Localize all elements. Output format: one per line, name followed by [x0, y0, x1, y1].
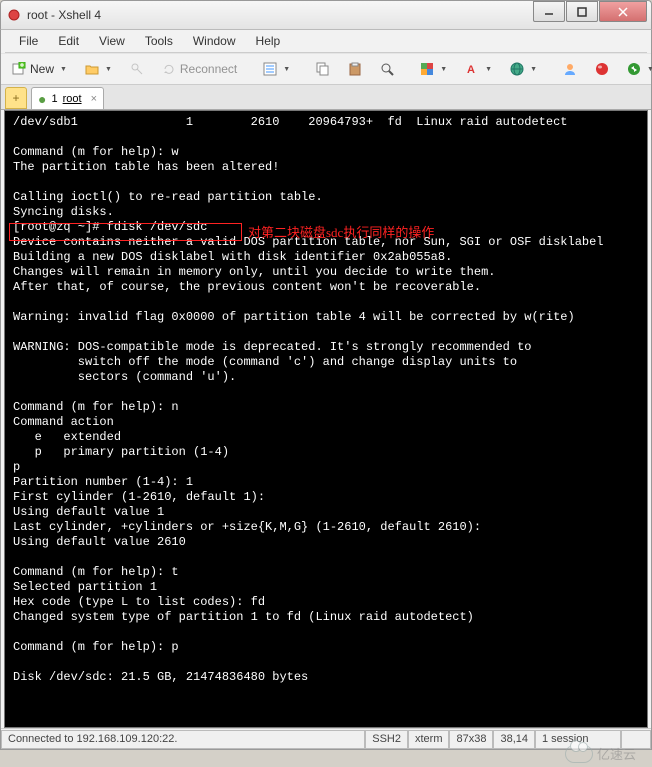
- title-bar: root - Xshell 4: [0, 0, 652, 30]
- new-label: New: [30, 62, 54, 76]
- plus-icon: +: [12, 91, 19, 105]
- reconnect-button[interactable]: Reconnect: [155, 56, 244, 82]
- new-icon: [12, 62, 26, 76]
- window-controls: [532, 1, 647, 22]
- menu-view[interactable]: View: [89, 32, 135, 50]
- dropdown-icon: ▼: [440, 66, 447, 73]
- menu-help[interactable]: Help: [246, 32, 291, 50]
- globe-icon: [510, 62, 524, 76]
- open-button[interactable]: ▼: [78, 56, 119, 82]
- paste-button[interactable]: [341, 56, 369, 82]
- dropdown-icon: ▼: [530, 66, 537, 73]
- menu-tools[interactable]: Tools: [135, 32, 183, 50]
- properties-icon: [263, 62, 277, 76]
- find-button[interactable]: [373, 56, 401, 82]
- term-status: xterm: [408, 730, 450, 749]
- copy-icon: [316, 62, 330, 76]
- reconnect-icon: [162, 62, 176, 76]
- paste-icon: [348, 62, 362, 76]
- reconnect-label: Reconnect: [180, 62, 237, 76]
- new-session-button[interactable]: New ▼: [5, 56, 74, 82]
- user-button[interactable]: [556, 56, 584, 82]
- search-icon: [380, 62, 394, 76]
- window-title: root - Xshell 4: [27, 8, 101, 22]
- tab-close-button[interactable]: ×: [91, 93, 97, 105]
- dropdown-icon: ▼: [485, 66, 492, 73]
- xshell-button[interactable]: [588, 56, 616, 82]
- folder-open-icon: [85, 62, 99, 76]
- close-button[interactable]: [599, 1, 647, 22]
- maximize-button[interactable]: [566, 1, 598, 22]
- size-status: 87x38: [449, 730, 493, 749]
- tab-bar: + ● 1 root ×: [1, 85, 651, 110]
- dropdown-icon: ▼: [647, 66, 652, 73]
- menu-bar: File Edit View Tools Window Help: [1, 30, 651, 52]
- minimize-button[interactable]: [533, 1, 565, 22]
- toolbar: New ▼ ▼ Reconnect ▼ ▼ A ▼ ▼: [1, 53, 651, 85]
- menu-window[interactable]: Window: [183, 32, 246, 50]
- dropdown-icon: ▼: [283, 66, 290, 73]
- app-chrome: File Edit View Tools Window Help New ▼ ▼…: [0, 30, 652, 750]
- display-button[interactable]: ▼: [413, 56, 454, 82]
- encoding-button[interactable]: ▼: [503, 56, 544, 82]
- dropdown-icon: ▼: [105, 66, 112, 73]
- ball-icon: [595, 62, 609, 76]
- user-icon: [563, 62, 577, 76]
- terminal-text: /dev/sdb1 1 2610 20964793+ fd Linux raid…: [13, 115, 604, 684]
- transfer-icon: [627, 62, 641, 76]
- properties-button[interactable]: ▼: [256, 56, 297, 82]
- menu-file[interactable]: File: [9, 32, 48, 50]
- copy-button[interactable]: [309, 56, 337, 82]
- tab-index: 1: [51, 93, 57, 105]
- terminal-area[interactable]: /dev/sdb1 1 2610 20964793+ fd Linux raid…: [4, 110, 648, 728]
- add-tab-button[interactable]: +: [5, 87, 27, 109]
- status-bar: Connected to 192.168.109.120:22. SSH2 xt…: [1, 728, 651, 749]
- tab-label: root: [63, 93, 82, 105]
- font-button[interactable]: A ▼: [458, 56, 499, 82]
- watermark-text: 亿速云: [597, 744, 636, 763]
- color-icon: [420, 62, 434, 76]
- font-icon: A: [465, 62, 479, 76]
- menu-edit[interactable]: Edit: [48, 32, 89, 50]
- disconnect-button[interactable]: [123, 56, 151, 82]
- session-tab[interactable]: ● 1 root ×: [31, 87, 104, 109]
- disconnect-icon: [130, 62, 144, 76]
- connection-status: Connected to 192.168.109.120:22.: [1, 730, 365, 749]
- cursor-status: 38,14: [493, 730, 535, 749]
- app-icon: [7, 8, 21, 22]
- cloud-icon: [565, 745, 593, 763]
- svg-text:A: A: [467, 64, 475, 76]
- status-dot-icon: ●: [38, 91, 46, 107]
- protocol-status: SSH2: [365, 730, 408, 749]
- dropdown-icon: ▼: [60, 66, 67, 73]
- annotation-text: 对第二块磁盘sdc执行同样的操作: [248, 225, 434, 240]
- watermark: 亿速云: [565, 744, 636, 763]
- xftp-button[interactable]: ▼: [620, 56, 652, 82]
